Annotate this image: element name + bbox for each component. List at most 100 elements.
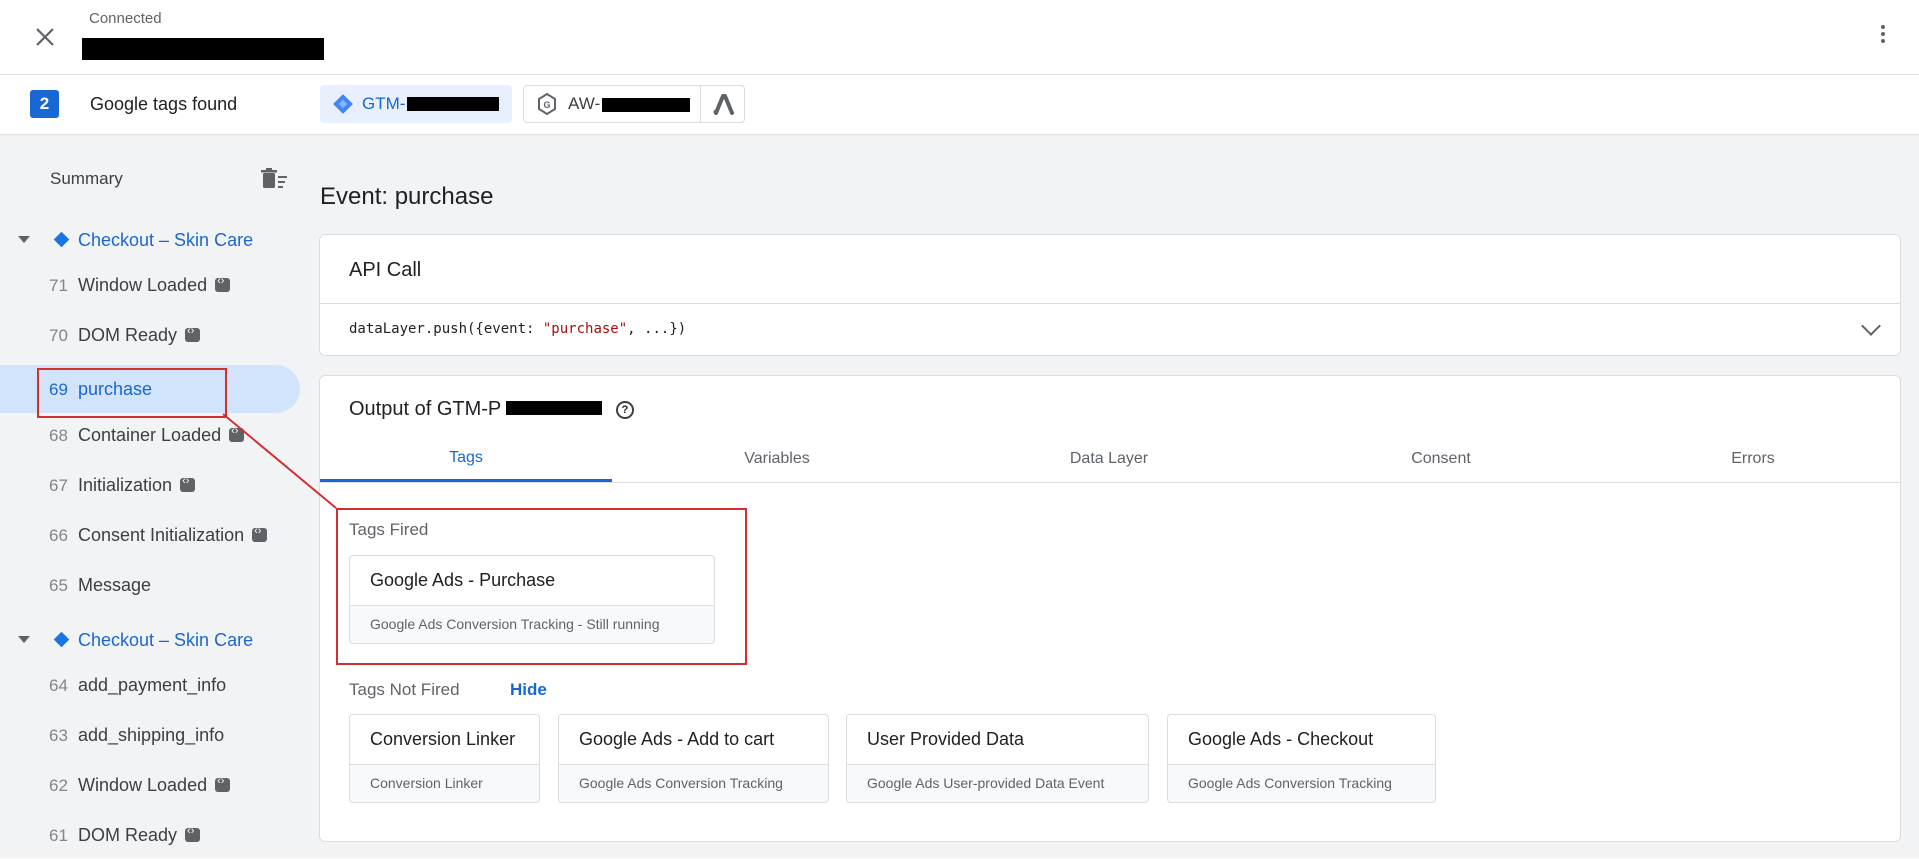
event-name-wrap: Consent Initialization	[78, 525, 268, 546]
event-number: 63	[49, 726, 68, 745]
hide-link[interactable]: Hide	[510, 680, 547, 700]
google-ads-chip[interactable]: G AW-	[523, 85, 745, 123]
sidebar-event-66[interactable]: 66 Consent Initialization	[0, 511, 300, 559]
event-name-wrap: Window Loaded	[78, 275, 231, 296]
sidebar-event-67[interactable]: 67 Initialization	[0, 461, 300, 509]
tab-tags[interactable]: Tags	[320, 436, 612, 482]
tag-card-user-provided-data[interactable]: User Provided Data Google Ads User-provi…	[846, 714, 1149, 803]
redacted-aw-id	[602, 98, 690, 112]
tag-name: Google Ads - Checkout	[1188, 729, 1374, 749]
tag-card-google-ads-add-to-cart[interactable]: Google Ads - Add to cart Google Ads Conv…	[558, 714, 829, 803]
expand-caret-icon[interactable]	[18, 636, 30, 643]
tags-found-label: Google tags found	[90, 94, 238, 114]
tag-type: Google Ads Conversion Tracking	[579, 775, 783, 791]
tag-type: Google Ads Conversion Tracking	[1188, 775, 1392, 791]
highlight-box-selected-event	[37, 368, 227, 418]
tag-type-row: Conversion Linker	[350, 765, 539, 802]
tag-type-row: Google Ads Conversion Tracking	[1168, 765, 1435, 802]
output-title: Output of GTM-P	[349, 398, 501, 420]
event-name-wrap: DOM Ready	[78, 325, 201, 346]
clear-messages-button[interactable]	[260, 167, 288, 191]
output-tabs: Tags Variables Data Layer Consent Errors	[320, 436, 1900, 483]
gtm-chip-label: GTM-	[362, 94, 406, 113]
sidebar-event-68[interactable]: 68 Container Loaded	[0, 411, 300, 459]
sidebar-group-checkout-skin-care[interactable]: Checkout – Skin Care	[0, 220, 300, 260]
chip-divider	[700, 86, 701, 122]
tab-errors[interactable]: Errors	[1606, 436, 1900, 482]
output-title-row: Output of GTM-P ?	[349, 398, 635, 421]
event-name-wrap: Window Loaded	[78, 775, 231, 796]
code-string: "purchase"	[542, 321, 628, 337]
svg-text:G: G	[543, 100, 550, 110]
event-name: add_shipping_info	[78, 725, 225, 745]
google-tag-icon: G	[538, 93, 556, 115]
code-icon	[180, 475, 196, 493]
close-icon	[36, 28, 54, 46]
api-call-card: API Call dataLayer.push({event: "purchas…	[319, 234, 1901, 356]
sidebar-event-65[interactable]: 65 Message	[0, 561, 300, 609]
event-name-wrap: Message	[78, 575, 151, 596]
sidebar-event-70[interactable]: 70 DOM Ready	[0, 311, 300, 359]
tag-type-row: Google Ads User-provided Data Event	[847, 765, 1148, 802]
code-icon	[229, 425, 245, 443]
tag-card-google-ads-checkout[interactable]: Google Ads - Checkout Google Ads Convers…	[1167, 714, 1436, 803]
redacted-gtm-id	[407, 97, 499, 111]
gtm-diamond-icon	[333, 94, 353, 114]
code-icon	[185, 325, 201, 343]
event-name: DOM Ready	[78, 825, 178, 845]
sidebar-event-63[interactable]: 63 add_shipping_info	[0, 711, 300, 759]
sidebar-event-61[interactable]: 61 DOM Ready	[0, 811, 300, 859]
tag-name: Google Ads - Add to cart	[579, 729, 775, 749]
aw-chip-label: AW-	[568, 94, 601, 113]
event-name-wrap: add_shipping_info	[78, 725, 224, 746]
sidebar-event-71[interactable]: 71 Window Loaded	[0, 261, 300, 309]
main-panel: Event: purchase API Call dataLayer.push(…	[300, 135, 1919, 858]
tag-type: Conversion Linker	[370, 775, 483, 791]
gtm-diamond-icon	[53, 631, 70, 648]
event-number: 71	[49, 276, 68, 295]
summary-link[interactable]: Summary	[50, 169, 123, 189]
tag-card-conversion-linker[interactable]: Conversion Linker Conversion Linker	[349, 714, 540, 803]
sidebar-event-62[interactable]: 62 Window Loaded	[0, 761, 300, 809]
event-number: 67	[49, 476, 68, 495]
code-icon	[215, 275, 231, 293]
event-name-wrap: Container Loaded	[78, 425, 245, 446]
event-name: Initialization	[78, 475, 173, 495]
delete-list-icon	[261, 168, 287, 188]
code-icon	[252, 525, 268, 543]
code-icon	[185, 825, 201, 843]
more-options-button[interactable]	[1871, 22, 1895, 46]
connection-status: Connected	[89, 10, 162, 27]
expand-caret-icon[interactable]	[18, 236, 30, 243]
tab-consent[interactable]: Consent	[1276, 436, 1606, 482]
tags-not-fired-label: Tags Not Fired	[349, 680, 460, 699]
help-icon[interactable]: ?	[616, 400, 635, 419]
event-name: Container Loaded	[78, 425, 222, 445]
gtm-container-chip[interactable]: GTM-	[320, 85, 512, 123]
tag-name: Conversion Linker	[370, 729, 516, 749]
tab-data-layer[interactable]: Data Layer	[942, 436, 1276, 482]
tag-count-badge: 2	[30, 90, 59, 118]
highlight-box-tags-fired	[336, 508, 747, 665]
google-ads-logo-icon	[713, 94, 734, 115]
close-button[interactable]	[28, 20, 62, 54]
event-name: DOM Ready	[78, 325, 178, 345]
gtm-diamond-icon	[53, 231, 70, 248]
top-header: Connected	[0, 0, 1919, 75]
event-sidebar: Summary Checkout – Skin Care 71 Window L…	[0, 135, 300, 858]
event-number: 68	[49, 426, 68, 445]
redacted-url	[82, 38, 324, 60]
event-number: 64	[49, 676, 68, 695]
event-number: 61	[49, 826, 68, 845]
tags-found-bar: 2 Google tags found GTM- G AW-	[0, 75, 1919, 135]
tab-variables[interactable]: Variables	[612, 436, 942, 482]
kebab-dot-icon	[1881, 32, 1885, 36]
code-prefix: dataLayer.push({event:	[349, 321, 543, 337]
sidebar-group-checkout-skin-care-2[interactable]: Checkout – Skin Care	[0, 620, 300, 660]
sidebar-event-64[interactable]: 64 add_payment_info	[0, 661, 300, 709]
group-name: Checkout – Skin Care	[78, 230, 254, 250]
event-name: Window Loaded	[78, 775, 208, 795]
tag-type-row: Google Ads Conversion Tracking	[559, 765, 828, 802]
chevron-down-icon[interactable]	[1861, 316, 1881, 336]
group-name: Checkout – Skin Care	[78, 630, 254, 650]
